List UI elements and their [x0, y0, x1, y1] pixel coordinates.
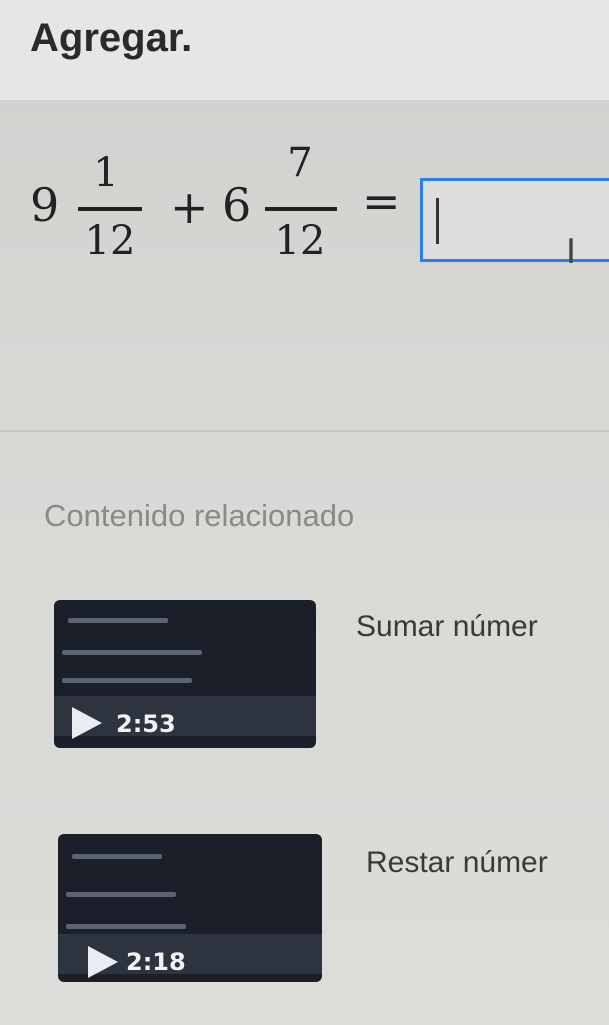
ibeam-cursor-icon: I — [566, 232, 577, 272]
fraction-bar — [78, 207, 142, 211]
video-duration: 2:53 — [116, 710, 176, 738]
header: Agregar. — [0, 0, 609, 100]
answer-input[interactable] — [420, 178, 609, 262]
equals-sign: = — [362, 174, 401, 228]
play-icon[interactable] — [88, 946, 118, 978]
video-title[interactable]: Restar númer — [366, 846, 548, 880]
thumbnail-text-line — [72, 854, 162, 859]
fraction-bar — [265, 207, 337, 211]
thumbnail-text-line — [68, 618, 168, 623]
term1-denominator: 12 — [84, 218, 136, 264]
video-thumbnail[interactable]: 2:18 — [58, 834, 322, 982]
play-icon[interactable] — [72, 707, 102, 739]
video-thumbnail[interactable]: 2:53 — [54, 600, 316, 748]
thumbnail-text-line — [62, 650, 202, 655]
thumbnail-text-line — [66, 892, 176, 897]
term1-whole: 9 — [30, 178, 60, 232]
term2-whole: 6 — [222, 178, 252, 232]
text-caret — [436, 198, 439, 244]
divider — [0, 430, 609, 432]
related-content-heading: Contenido relacionado — [44, 498, 355, 533]
math-problem: 9 1 12 + 6 7 12 = I — [0, 100, 609, 430]
thumbnail-text-line — [66, 924, 186, 929]
video-duration: 2:18 — [126, 948, 186, 976]
term1-numerator: 1 — [93, 150, 119, 196]
plus-sign: + — [170, 180, 209, 234]
term2-numerator: 7 — [287, 140, 313, 186]
page-title: Agregar. — [30, 16, 193, 60]
video-title[interactable]: Sumar númer — [356, 610, 538, 644]
related-video-card[interactable]: 2:53 Sumar númer — [0, 600, 609, 750]
thumbnail-text-line — [62, 678, 192, 683]
term2-denominator: 12 — [274, 218, 326, 264]
related-video-card[interactable]: 2:18 Restar númer — [0, 834, 609, 984]
